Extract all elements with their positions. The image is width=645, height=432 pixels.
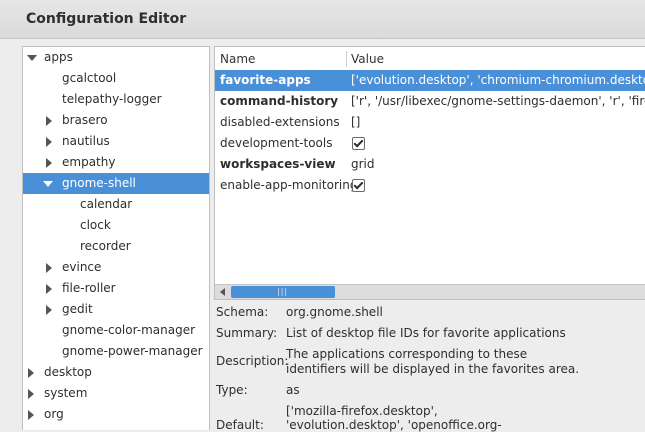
default-value-line1: ['mozilla-firefox.desktop', xyxy=(286,404,438,418)
tree-item-telepathy-logger[interactable]: telepathy-logger xyxy=(23,89,209,110)
key-name: development-tools xyxy=(220,136,333,150)
key-value: grid xyxy=(351,157,375,171)
key-row-workspaces-view[interactable]: workspaces-view grid xyxy=(215,154,645,175)
description-value-line1: The applications corresponding to these xyxy=(286,347,528,361)
window-titlebar: Configuration Editor xyxy=(0,0,645,39)
tree-item-file-roller[interactable]: file-roller xyxy=(23,278,209,299)
key-row-command-history[interactable]: command-history ['r', '/usr/libexec/gnom… xyxy=(215,91,645,112)
tree-item-org[interactable]: org xyxy=(23,404,209,425)
enable-app-monitoring-checkbox[interactable] xyxy=(352,179,365,192)
expander-collapsed-icon[interactable] xyxy=(46,137,52,147)
tree-item-apps[interactable]: apps xyxy=(23,47,209,68)
tree-item-desktop[interactable]: desktop xyxy=(23,362,209,383)
column-header-name[interactable]: Name xyxy=(220,47,255,71)
tree-item-gnome-power-manager[interactable]: gnome-power-manager xyxy=(23,341,209,362)
key-name: workspaces-view xyxy=(220,157,336,171)
key-value: ['r', '/usr/libexec/gnome-settings-daemo… xyxy=(351,94,645,108)
expander-collapsed-icon[interactable] xyxy=(46,158,52,168)
expander-expanded-icon[interactable] xyxy=(27,55,37,61)
key-name: disabled-extensions xyxy=(220,115,340,129)
key-name: favorite-apps xyxy=(220,73,311,87)
schema-label: Schema: xyxy=(216,305,269,319)
type-value: as xyxy=(286,383,300,397)
schema-tree[interactable]: apps gcalctool telepathy-logger brasero … xyxy=(22,46,210,430)
scrollbar-thumb[interactable]: ||| xyxy=(231,286,335,298)
tree-item-recorder[interactable]: recorder xyxy=(23,236,209,257)
expander-collapsed-icon[interactable] xyxy=(28,410,34,420)
key-name: command-history xyxy=(220,94,339,108)
tree-item-system[interactable]: system xyxy=(23,383,209,404)
tree-item-empathy[interactable]: empathy xyxy=(23,152,209,173)
tree-item-nautilus[interactable]: nautilus xyxy=(23,131,209,152)
horizontal-scrollbar[interactable]: ||| xyxy=(215,284,645,299)
expander-collapsed-icon[interactable] xyxy=(46,284,52,294)
expander-collapsed-icon[interactable] xyxy=(46,116,52,126)
tree-item-gnome-shell[interactable]: gnome-shell xyxy=(23,173,209,194)
expander-collapsed-icon[interactable] xyxy=(46,305,52,315)
tree-item-clock[interactable]: clock xyxy=(23,215,209,236)
window-title: Configuration Editor xyxy=(26,11,187,27)
key-value: [] xyxy=(351,115,361,129)
tree-item-gcalctool[interactable]: gcalctool xyxy=(23,68,209,89)
keys-list[interactable]: Name Value favorite-apps ['evolution.des… xyxy=(214,46,645,300)
column-separator[interactable] xyxy=(346,51,347,67)
tree-item-brasero[interactable]: brasero xyxy=(23,110,209,131)
key-row-development-tools[interactable]: development-tools xyxy=(215,133,645,154)
tree-item-gnome-color-manager[interactable]: gnome-color-manager xyxy=(23,320,209,341)
tree-item-calendar[interactable]: calendar xyxy=(23,194,209,215)
development-tools-checkbox[interactable] xyxy=(352,137,365,150)
summary-value: List of desktop file IDs for favorite ap… xyxy=(286,326,566,340)
type-label: Type: xyxy=(216,383,248,397)
summary-label: Summary: xyxy=(216,326,278,340)
key-row-disabled-extensions[interactable]: disabled-extensions [] xyxy=(215,112,645,133)
scroll-left-icon[interactable] xyxy=(220,288,225,296)
key-row-enable-app-monitoring[interactable]: enable-app-monitoring xyxy=(215,175,645,196)
expander-expanded-icon[interactable] xyxy=(43,181,53,187)
description-label: Description: xyxy=(216,354,289,368)
schema-value: org.gnome.shell xyxy=(286,305,383,319)
column-header-value[interactable]: Value xyxy=(351,47,384,71)
key-row-favorite-apps[interactable]: favorite-apps ['evolution.desktop', 'chr… xyxy=(215,70,645,91)
description-value-line2: identifiers will be displayed in the fav… xyxy=(286,362,580,376)
key-value: ['evolution.desktop', 'chromium-chromium… xyxy=(351,73,645,87)
expander-collapsed-icon[interactable] xyxy=(28,368,34,378)
tree-item-evince[interactable]: evince xyxy=(23,257,209,278)
expander-collapsed-icon[interactable] xyxy=(28,389,34,399)
expander-collapsed-icon[interactable] xyxy=(46,263,52,273)
key-name: enable-app-monitoring xyxy=(220,178,358,192)
grip-icon: ||| xyxy=(277,287,289,296)
tree-item-gedit[interactable]: gedit xyxy=(23,299,209,320)
